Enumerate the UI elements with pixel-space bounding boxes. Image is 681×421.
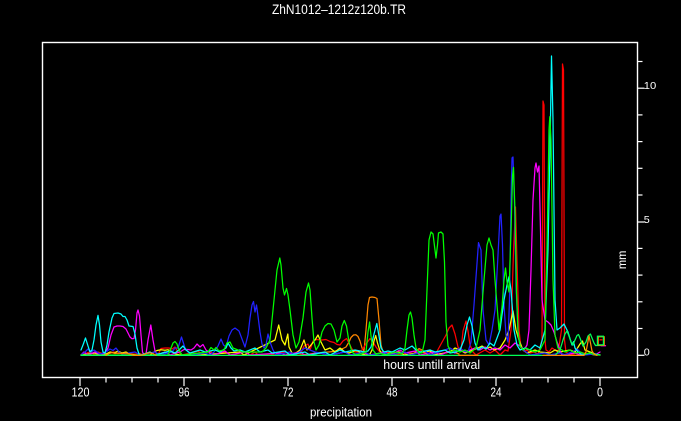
svg-text:24: 24 bbox=[491, 385, 502, 400]
svg-text:96: 96 bbox=[179, 385, 190, 400]
svg-text:10: 10 bbox=[644, 80, 657, 92]
svg-text:mm: mm bbox=[615, 251, 629, 270]
svg-text:0: 0 bbox=[597, 385, 603, 400]
svg-text:5: 5 bbox=[644, 214, 650, 226]
svg-text:48: 48 bbox=[387, 385, 398, 400]
svg-text:72: 72 bbox=[283, 385, 294, 400]
svg-text:hours untill arrival: hours untill arrival bbox=[383, 358, 480, 372]
svg-text:120: 120 bbox=[72, 385, 90, 400]
svg-text:0: 0 bbox=[644, 347, 650, 359]
svg-text:precipitation: precipitation bbox=[310, 406, 372, 420]
svg-text:ZhN1012–1212z120b.TR: ZhN1012–1212z120b.TR bbox=[272, 2, 406, 17]
